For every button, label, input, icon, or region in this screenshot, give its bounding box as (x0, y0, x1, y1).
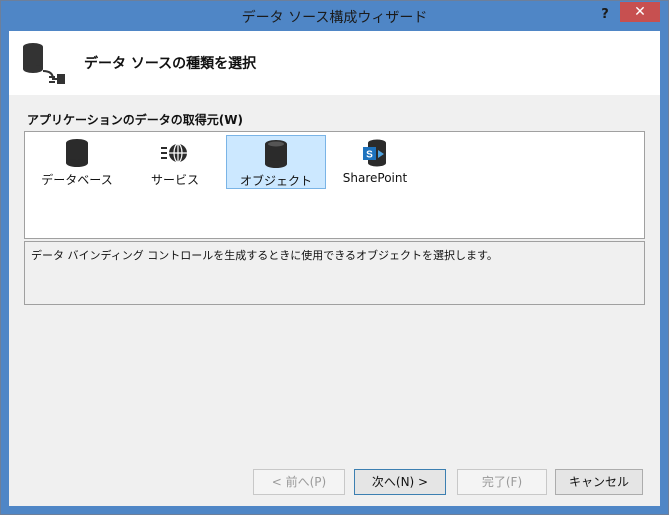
wizard-body: データ ソースの種類を選択 アプリケーションのデータの取得元(W) データベース (9, 31, 660, 506)
data-source-list[interactable]: データベース サービス オブジェクト S SharePoint (24, 131, 645, 239)
window-title: データ ソース構成ウィザード (241, 10, 428, 26)
title-bar[interactable]: データ ソース構成ウィザード ? ✕ (1, 1, 668, 31)
description-box: データ バインディング コントロールを生成するときに使用できるオブジェクトを選択… (24, 241, 645, 305)
next-button[interactable]: 次へ(N) > (354, 469, 446, 495)
source-item-label: オブジェクト (239, 174, 312, 188)
source-item-label: SharePoint (342, 171, 408, 185)
source-item-label: データベース (41, 173, 113, 187)
source-item-sharepoint[interactable]: S SharePoint (326, 135, 424, 187)
sharepoint-icon: S (363, 139, 386, 167)
help-button[interactable]: ? (594, 5, 616, 25)
close-button[interactable]: ✕ (620, 2, 660, 22)
wizard-header: データ ソースの種類を選択 (9, 31, 660, 95)
data-source-plug-icon (23, 43, 65, 84)
wizard-window: データ ソース構成ウィザード ? ✕ データ ソースの種類を選択 アプリケーショ… (0, 0, 669, 515)
page-title: データ ソースの種類を選択 (84, 56, 257, 72)
source-item-object[interactable]: オブジェクト (226, 135, 326, 189)
object-icon (265, 140, 287, 168)
description-text: データ バインディング コントロールを生成するときに使用できるオブジェクトを選択… (31, 249, 498, 262)
cancel-button[interactable]: キャンセル (555, 469, 643, 495)
source-item-database[interactable]: データベース (28, 135, 126, 187)
back-button[interactable]: < 前へ(P) (253, 469, 345, 495)
database-icon (66, 139, 88, 167)
source-item-label: サービス (150, 173, 199, 187)
source-list-label: アプリケーションのデータの取得元(W) (27, 113, 243, 127)
svg-text:S: S (366, 150, 373, 161)
service-globe-icon (161, 143, 187, 163)
source-item-service[interactable]: サービス (126, 135, 224, 187)
finish-button[interactable]: 完了(F) (457, 469, 547, 495)
